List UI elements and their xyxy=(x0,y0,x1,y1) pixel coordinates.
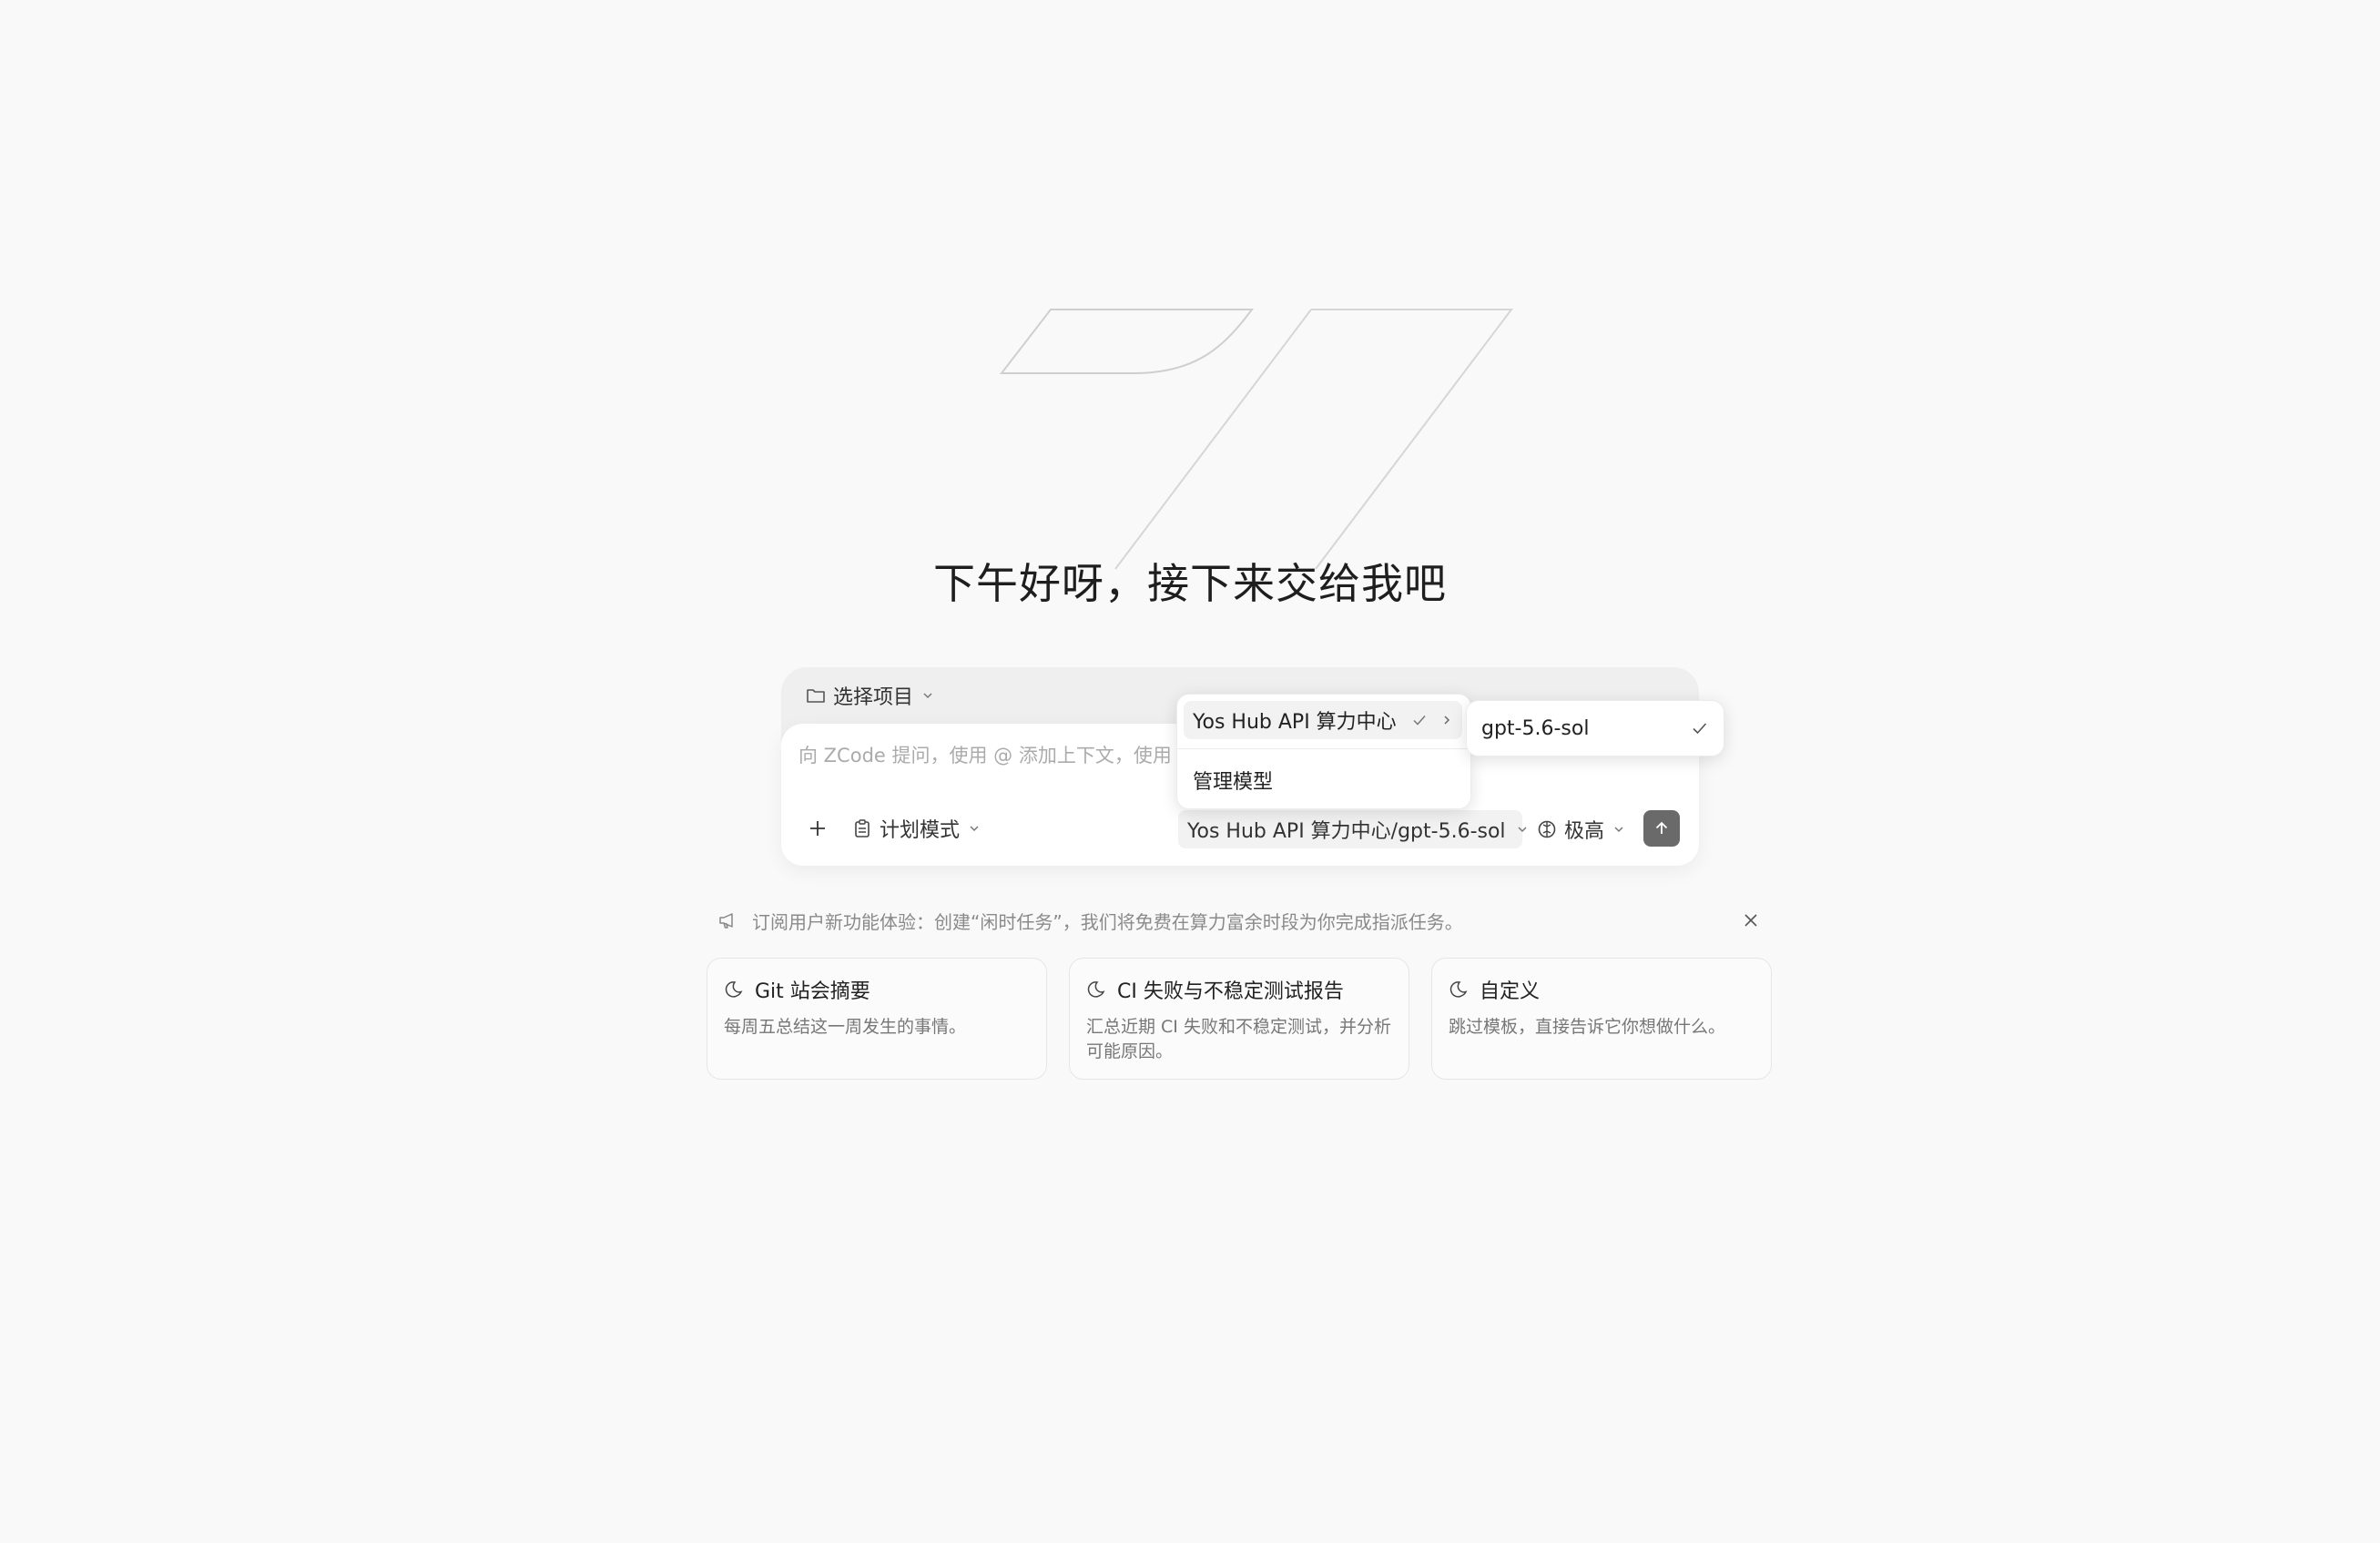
menu-item-provider[interactable]: Yos Hub API 算力中心 xyxy=(1184,701,1462,739)
chevron-down-icon xyxy=(1515,822,1530,837)
card-description: 汇总近期 CI 失败和不稳定测试，并分析可能原因。 xyxy=(1086,1017,1391,1061)
chevron-down-icon xyxy=(1612,822,1626,837)
template-card[interactable]: 自定义 跳过模板，直接告诉它你想做什么。 xyxy=(1431,958,1772,1080)
brain-icon xyxy=(1537,819,1557,839)
template-card[interactable]: Git 站会摘要 每周五总结这一周发生的事情。 xyxy=(707,958,1047,1080)
chevron-right-icon xyxy=(1440,714,1453,726)
zcode-logo-icon xyxy=(997,305,1525,578)
folder-icon xyxy=(806,685,826,706)
notice-close-button[interactable] xyxy=(1737,907,1765,934)
mode-label: 计划模式 xyxy=(880,819,961,842)
effort-label: 极高 xyxy=(1564,820,1605,843)
mode-select[interactable]: 计划模式 xyxy=(852,812,981,845)
card-title: Git 站会摘要 xyxy=(755,980,870,1003)
page-title: 下午好呀，接下来交给我吧 xyxy=(933,559,1447,608)
model-select-label: Yos Hub API 算力中心/gpt-5.6-sol xyxy=(1187,820,1506,843)
menu-divider xyxy=(1176,748,1470,749)
notice-banner: 订阅用户新功能体验：创建“闲时任务”，我们将免费在算力富余时段为你完成指派任务。 xyxy=(717,905,1765,936)
chevron-down-icon xyxy=(967,821,981,836)
moon-icon xyxy=(1449,980,1469,1000)
arrow-up-icon xyxy=(1653,819,1671,837)
close-icon xyxy=(1743,912,1759,929)
check-icon xyxy=(1691,719,1709,737)
template-card[interactable]: CI 失败与不稳定测试报告 汇总近期 CI 失败和不稳定测试，并分析可能原因。 xyxy=(1069,958,1409,1080)
notice-text: 订阅用户新功能体验：创建“闲时任务”，我们将免费在算力富余时段为你完成指派任务。 xyxy=(752,910,1463,933)
chevron-down-icon xyxy=(920,688,935,703)
moon-icon xyxy=(1086,980,1106,1000)
project-select-label: 选择项目 xyxy=(833,686,914,709)
clipboard-icon xyxy=(852,818,872,838)
project-select[interactable]: 选择项目 xyxy=(806,677,935,714)
megaphone-icon xyxy=(717,910,737,930)
manage-label: 管理模型 xyxy=(1193,771,1274,794)
card-description: 跳过模板，直接告诉它你想做什么。 xyxy=(1449,1017,1726,1037)
add-attachment-button[interactable] xyxy=(801,812,834,845)
card-title: 自定义 xyxy=(1480,980,1541,1003)
check-icon xyxy=(1411,712,1428,728)
effort-select[interactable]: 极高 xyxy=(1537,812,1626,847)
submenu-item-model[interactable]: gpt-5.6-sol xyxy=(1466,700,1724,756)
moon-icon xyxy=(724,980,744,1000)
menu-item-manage-models[interactable]: 管理模型 xyxy=(1184,761,1462,799)
plus-icon xyxy=(808,818,828,838)
submenu-model-label: gpt-5.6-sol xyxy=(1481,716,1590,740)
card-description: 每周五总结这一周发生的事情。 xyxy=(724,1017,967,1037)
model-select[interactable]: Yos Hub API 算力中心/gpt-5.6-sol xyxy=(1178,810,1527,848)
card-title: CI 失败与不稳定测试报告 xyxy=(1117,980,1344,1003)
send-button[interactable] xyxy=(1643,810,1680,847)
provider-label: Yos Hub API 算力中心 xyxy=(1193,711,1397,734)
